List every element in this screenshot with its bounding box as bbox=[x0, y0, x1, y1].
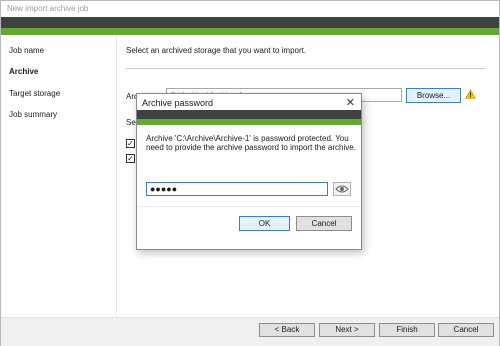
next-button[interactable]: Next > bbox=[319, 323, 375, 337]
instruction-text: Select an archived storage that you want… bbox=[126, 46, 307, 55]
window-title: New import archive job bbox=[7, 4, 89, 13]
dialog-header-accent bbox=[137, 119, 361, 125]
dialog-divider bbox=[137, 206, 361, 207]
step-job-name[interactable]: Job name bbox=[9, 46, 44, 55]
dialog-title: Archive password bbox=[142, 98, 214, 108]
close-icon[interactable]: ✕ bbox=[346, 96, 355, 109]
eye-icon bbox=[335, 185, 349, 193]
dialog-message: Archive 'C:\Archive\Archive-1' is passwo… bbox=[146, 134, 356, 152]
wizard-steps: Job name Archive Target storage Job summ… bbox=[1, 35, 116, 317]
warning-icon bbox=[464, 88, 477, 101]
cancel-button[interactable]: Cancel bbox=[438, 323, 494, 337]
header-band bbox=[1, 17, 499, 28]
checkbox-2[interactable]: ✓ bbox=[126, 154, 135, 163]
checkbox-1[interactable]: ✓ bbox=[126, 139, 135, 148]
step-target-storage[interactable]: Target storage bbox=[9, 89, 60, 98]
title-bar: New import archive job bbox=[1, 1, 499, 17]
archive-password-dialog: Archive password ✕ Archive 'C:\Archive\A… bbox=[136, 93, 362, 250]
content-divider bbox=[126, 68, 486, 69]
step-archive[interactable]: Archive bbox=[9, 67, 38, 76]
step-job-summary[interactable]: Job summary bbox=[9, 110, 57, 119]
back-button[interactable]: < Back bbox=[259, 323, 315, 337]
dialog-cancel-button[interactable]: Cancel bbox=[296, 216, 352, 231]
browse-button[interactable]: Browse... bbox=[406, 88, 461, 103]
password-input[interactable]: ●●●●● bbox=[146, 182, 328, 196]
ok-button[interactable]: OK bbox=[239, 216, 290, 231]
header-accent bbox=[1, 28, 499, 35]
finish-button[interactable]: Finish bbox=[379, 323, 435, 337]
show-password-button[interactable] bbox=[333, 182, 351, 196]
dialog-header-band bbox=[137, 110, 361, 119]
